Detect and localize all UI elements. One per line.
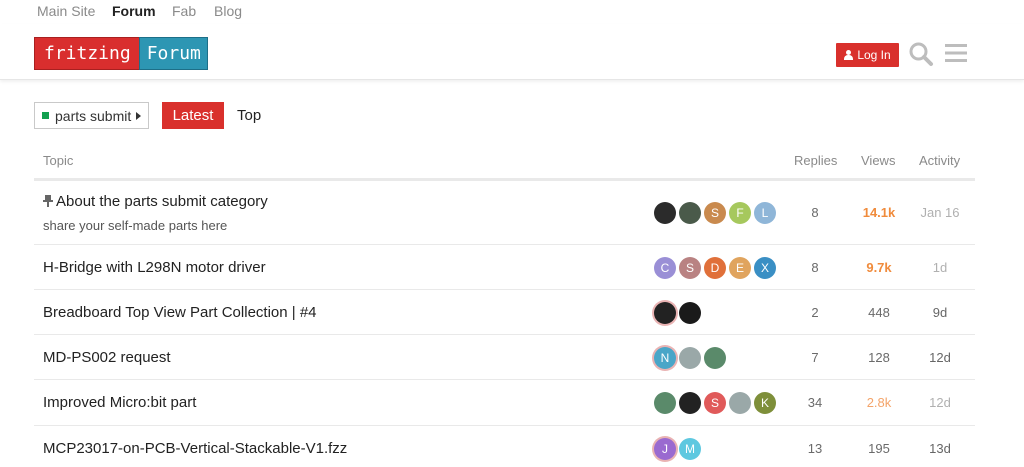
tab-top[interactable]: Top (237, 102, 261, 129)
photo-avatar-icon[interactable] (654, 302, 676, 324)
fritzing-forum-logo[interactable]: fritzing Forum (34, 37, 208, 70)
topic-rows: About the parts submit category share you… (34, 181, 975, 467)
photo-avatar-icon[interactable] (729, 392, 751, 414)
nav-forum[interactable]: Forum (112, 3, 156, 19)
topic-replies: 2 (811, 305, 819, 320)
topic-posters (654, 302, 701, 324)
nav-main-site[interactable]: Main Site (37, 3, 95, 19)
topic-title[interactable]: H-Bridge with L298N motor driver (43, 259, 266, 276)
search-icon[interactable] (908, 41, 934, 67)
letter-avatar[interactable]: N (654, 347, 676, 369)
letter-avatar[interactable]: C (654, 257, 676, 279)
topic-title[interactable]: MD-PS002 request (43, 349, 171, 366)
login-button[interactable]: Log In (836, 43, 899, 67)
topic-row[interactable]: H-Bridge with L298N motor driver C S D E X 8 9.… (34, 245, 975, 290)
topic-title-text: About the parts submit category (56, 193, 268, 210)
letter-avatar[interactable]: D (704, 257, 726, 279)
category-color-swatch (42, 112, 49, 119)
topic-title-text: H-Bridge with L298N motor driver (43, 259, 266, 276)
login-label: Log In (857, 48, 891, 62)
topic-title[interactable]: MCP23017-on-PCB-Vertical-Stackable-V1.fz… (43, 440, 347, 457)
photo-avatar-icon[interactable] (654, 392, 676, 414)
nav-fab[interactable]: Fab (172, 3, 196, 19)
photo-avatar-icon[interactable] (704, 347, 726, 369)
topic-title-text: MCP23017-on-PCB-Vertical-Stackable-V1.fz… (43, 440, 348, 457)
column-topic[interactable]: Topic (43, 153, 73, 168)
topic-activity: Jan 16 (920, 205, 960, 220)
topic-row[interactable]: MCP23017-on-PCB-Vertical-Stackable-V1.fz… (34, 426, 975, 467)
letter-avatar[interactable]: L (754, 202, 776, 224)
column-replies[interactable]: Replies (794, 153, 837, 168)
photo-avatar-icon[interactable] (679, 302, 701, 324)
photo-avatar-icon[interactable] (679, 202, 701, 224)
nav-blog[interactable]: Blog (214, 3, 242, 19)
pin-icon (43, 195, 53, 207)
letter-avatar[interactable]: J (654, 438, 676, 460)
top-navigation: Main Site Forum Fab Blog (0, 0, 1024, 24)
topic-activity: 1d (932, 260, 948, 275)
hamburger-menu-icon[interactable] (945, 43, 967, 63)
photo-avatar-icon[interactable] (679, 347, 701, 369)
topic-views: 9.7k (866, 260, 892, 275)
letter-avatar[interactable]: S (704, 202, 726, 224)
topic-excerpt: share your self-made parts here (43, 218, 228, 233)
topic-row[interactable]: About the parts submit category share you… (34, 181, 975, 245)
category-label: parts submit (55, 107, 132, 124)
topic-row[interactable]: MD-PS002 request N 7 128 12d (34, 335, 975, 380)
column-views[interactable]: Views (861, 153, 895, 168)
topic-views: 448 (868, 305, 890, 320)
letter-avatar[interactable]: E (729, 257, 751, 279)
topic-replies: 34 (807, 395, 823, 410)
topic-views: 2.8k (866, 395, 892, 410)
topic-row[interactable]: Improved Micro:bit part S K 34 2.8k 12d (34, 380, 975, 426)
topic-views: 14.1k (862, 205, 896, 220)
category-dropdown[interactable]: parts submit (34, 102, 149, 129)
logo-left-text: fritzing (34, 37, 139, 70)
topic-title[interactable]: About the parts submit category (43, 193, 268, 210)
topic-posters: SK (654, 392, 776, 414)
photo-avatar-icon[interactable] (679, 392, 701, 414)
site-header: fritzing Forum Log In (0, 24, 1024, 80)
caret-right-icon (136, 111, 141, 120)
topic-replies: 13 (807, 441, 823, 456)
topic-activity: 12d (929, 350, 951, 365)
letter-avatar[interactable]: X (754, 257, 776, 279)
topic-replies: 8 (811, 205, 819, 220)
photo-avatar-icon[interactable] (654, 202, 676, 224)
topic-posters: N (654, 347, 726, 369)
topic-activity: 12d (929, 395, 951, 410)
topic-replies: 7 (811, 350, 819, 365)
topic-views: 195 (868, 441, 890, 456)
topic-posters: SFL (654, 202, 776, 224)
topic-posters: CSDEX (654, 257, 776, 279)
letter-avatar[interactable]: M (679, 438, 701, 460)
topic-list-header: Topic Replies Views Activity (34, 145, 975, 181)
letter-avatar[interactable]: S (679, 257, 701, 279)
topic-list: Topic Replies Views Activity About the p… (34, 145, 975, 467)
topic-activity: 9d (932, 305, 948, 320)
logo-right-text: Forum (138, 37, 208, 70)
letter-avatar[interactable]: F (729, 202, 751, 224)
letter-avatar[interactable]: S (704, 392, 726, 414)
topic-title[interactable]: Breadboard Top View Part Collection | #4 (43, 304, 317, 321)
topic-title[interactable]: Improved Micro:bit part (43, 394, 196, 411)
topic-title-text: Breadboard Top View Part Collection | #4 (43, 304, 317, 321)
user-icon (844, 50, 854, 60)
tab-latest[interactable]: Latest (162, 102, 224, 129)
topic-posters: JM (654, 438, 701, 460)
topic-replies: 8 (811, 260, 819, 275)
letter-avatar[interactable]: K (754, 392, 776, 414)
topic-activity: 13d (929, 441, 951, 456)
column-activity[interactable]: Activity (919, 153, 960, 168)
topic-row[interactable]: Breadboard Top View Part Collection | #4… (34, 290, 975, 335)
topic-title-text: MD-PS002 request (43, 349, 171, 366)
topic-title-text: Improved Micro:bit part (43, 394, 197, 411)
topic-views: 128 (868, 350, 890, 365)
